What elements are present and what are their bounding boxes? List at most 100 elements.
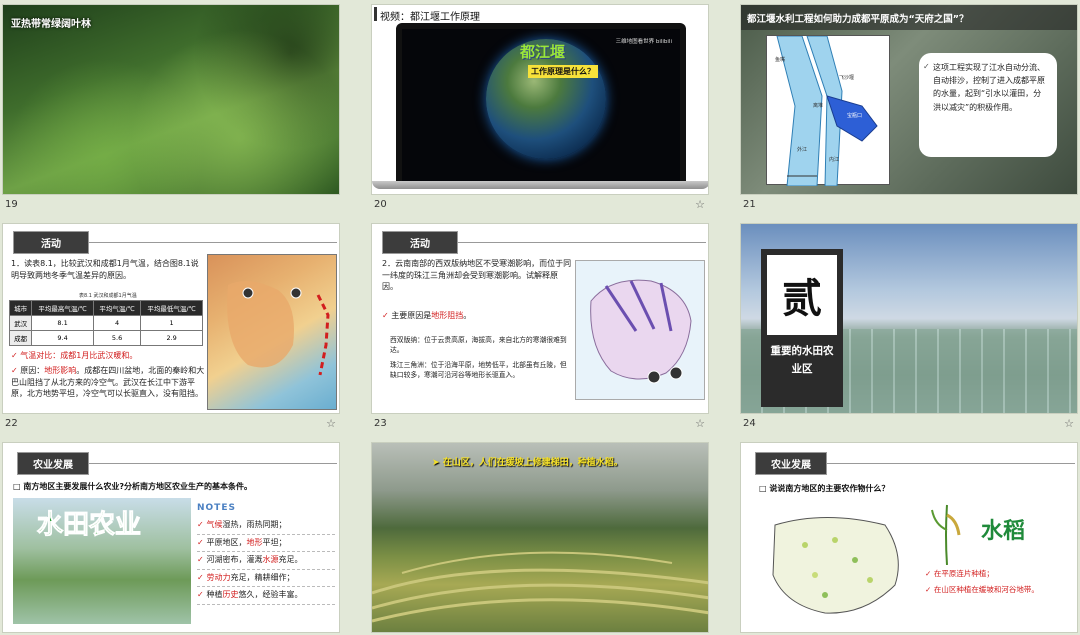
china-map-icon (590, 279, 692, 384)
answer-prefix: 主要原因是 (391, 311, 432, 320)
checkbox-icon: □ (759, 484, 770, 493)
slide-thumb-25[interactable]: 农业发展 □ 南方地区主要发展什么农业?分析南方地区农业生产的基本条件。 水田农… (2, 442, 340, 633)
laptop-base (372, 181, 708, 189)
temperature-table: 城市 平均最高气温/℃ 平均气温/℃ 平均最低气温/℃ 武汉 8.1 4 1 成… (8, 300, 203, 346)
note-rest: 湿热，雨热同期； (222, 520, 287, 529)
map-label: 飞沙堰 (839, 75, 855, 81)
check-icon: ✓ (11, 351, 18, 360)
caption-text: 在山区，人们在缓坡上修建梯田，种植水稻。 (442, 458, 623, 468)
answer-text: 在平原连片种植； (933, 569, 994, 578)
slide-24[interactable]: 贰 重要的水田农业区 (740, 223, 1078, 414)
south-china-map-icon (772, 517, 899, 614)
check-icon: ✓ (197, 590, 207, 600)
video-frame[interactable]: 都江堰 工作原理是什么？ 三维地图看世界 bilibili (402, 29, 680, 185)
map-label: 外江 (797, 147, 808, 153)
answer-prefix: 气温对比： (20, 351, 61, 360)
note-item: ✓ 河湖密布，灌溉水源充足。 (197, 552, 335, 570)
slide-title: 都江堰水利工程如何助力成都平原成为“天府之国”？ (747, 14, 969, 25)
agri-tag: 农业发展 (17, 452, 89, 475)
answer-main: ✓ 主要原因是地形阻挡。 (382, 310, 572, 322)
china-terrain-map (207, 254, 337, 410)
note-item: ✓ 平原地区，地形平坦； (197, 535, 335, 553)
table-header: 平均最高气温/℃ (31, 300, 94, 316)
slide-thumb-26[interactable]: ➤ 在山区，人们在缓坡上修建梯田，种植水稻。 (371, 442, 709, 633)
answer-text: 在山区种植在缓坡和河谷地带。 (933, 585, 1039, 594)
terrain-map-icon (227, 281, 330, 376)
star-icon[interactable]: ☆ (695, 198, 705, 211)
detail-2: 珠江三角洲：位于沿海平原，地势低平，北部虽有丘陵，但缺口较多，寒潮可沿河谷等地形… (390, 361, 567, 380)
slide-thumb-19[interactable]: 亚热带常绿阔叶林 19 (2, 4, 340, 216)
crop-name: 水稻 (981, 519, 1026, 544)
divider (89, 242, 337, 243)
rice-plant-icon (927, 495, 967, 566)
note-pre: 平原地区， (206, 537, 247, 547)
slide-26[interactable]: ➤ 在山区，人们在缓坡上修建梯田，种植水稻。 (371, 442, 709, 633)
note-rest: 充足，精耕细作； (230, 572, 295, 582)
activity-tag: 活动 (13, 231, 89, 254)
caption: ➤ 在山区，人们在缓坡上修建梯田，种植水稻。 (432, 455, 623, 468)
slide-20[interactable]: 视频：都江堰工作原理 都江堰 工作原理是什么？ 三维地图看世界 bilibili (371, 4, 709, 195)
slide-number: 21 (743, 199, 756, 210)
answer-1: ✓ 在平原连片种植； (925, 569, 1075, 580)
activity-tag: 活动 (382, 231, 458, 254)
note-rest: 充足。 (278, 555, 303, 565)
slide-number: 20 (374, 199, 387, 210)
slide-19[interactable]: 亚热带常绿阔叶林 (2, 4, 340, 195)
table-header: 平均最低气温/℃ (140, 300, 203, 316)
callout-box: ✓ 这项工程实现了江水自动分流、自动排沙，控制了进入成都平原的水量，起到“引水以… (919, 53, 1057, 157)
answer-prefix: 原因： (20, 366, 45, 375)
video-subtitle: 工作原理是什么？ (528, 65, 598, 78)
note-key: 气候 (206, 520, 223, 529)
slide-22[interactable]: 活动 1．读表8.1，比较武汉和成都1月气温，结合图8.1说明导致两地冬季气温差… (2, 223, 340, 414)
check-icon: ✓ (925, 569, 934, 578)
note-item: ✓ 种植历史悠久，经验丰富。 (197, 587, 335, 605)
divider (458, 242, 706, 243)
river-map-icon (776, 35, 878, 187)
big-title: 水田农业 (36, 510, 142, 541)
answer-1: ✓ 气温对比：成都1月比武汉暖和。 (11, 350, 205, 362)
check-icon: ✓ (11, 366, 18, 375)
table-caption: 表8.1 武汉和成都1月气温 (79, 293, 137, 299)
slide-25[interactable]: 农业发展 □ 南方地区主要发展什么农业?分析南方地区农业生产的基本条件。 水田农… (2, 442, 340, 633)
question-text: 2．云南南部的西双版纳地区不受寒潮影响，而位于同一纬度的珠江三角洲却会受到寒潮影… (382, 259, 572, 292)
star-icon[interactable]: ☆ (695, 417, 705, 430)
star-icon[interactable]: ☆ (326, 417, 336, 430)
answer-text: 成都1月比武汉暖和。 (60, 351, 138, 360)
big-char: 贰 (767, 255, 837, 335)
slide-thumb-20[interactable]: 视频：都江堰工作原理 都江堰 工作原理是什么？ 三维地图看世界 bilibili… (371, 4, 709, 216)
cold-wave-map (575, 260, 705, 400)
note-item: ✓ 劳动力充足，精耕细作； (197, 570, 335, 588)
map-label: 离堆 (813, 103, 824, 109)
slide-thumb-24[interactable]: 贰 重要的水田农业区 24 ☆ (740, 223, 1078, 435)
slide-number: 23 (374, 418, 387, 429)
checkbox-icon: □ (13, 482, 24, 491)
slide-number: 22 (5, 418, 18, 429)
slide-21[interactable]: 都江堰水利工程如何助力成都平原成为“天府之国”？ 鱼嘴 飞沙堰 宝瓶口 内江 外… (740, 4, 1078, 195)
divider (89, 463, 337, 464)
paddy-field-photo: 水田农业 (13, 498, 191, 624)
question-text: □ 南方地区主要发展什么农业?分析南方地区农业生产的基本条件。 (13, 481, 252, 492)
slide-thumb-21[interactable]: 都江堰水利工程如何助力成都平原成为“天府之国”？ 鱼嘴 飞沙堰 宝瓶口 内江 外… (740, 4, 1078, 216)
question-label: 南方地区主要发展什么农业?分析南方地区农业生产的基本条件。 (23, 482, 252, 491)
question-label: 说说南方地区的主要农作物什么？ (769, 484, 890, 493)
question-text: 1．读表8.1，比较武汉和成都1月气温，结合图8.1说明导致两地冬季气温差异的原… (11, 259, 199, 280)
slide-23[interactable]: 活动 2．云南南部的西双版纳地区不受寒潮影响，而位于同一纬度的珠江三角洲却会受到… (371, 223, 709, 414)
question-text: □ 说说南方地区的主要农作物什么？ (759, 483, 889, 494)
answer-2: ✓ 在山区种植在缓坡和河谷地带。 (925, 585, 1075, 596)
slide-thumb-22[interactable]: 活动 1．读表8.1，比较武汉和成都1月气温，结合图8.1说明导致两地冬季气温差… (2, 223, 340, 435)
slide-title: 亚热带常绿阔叶林 (11, 19, 91, 30)
laptop-screen: 都江堰 工作原理是什么？ 三维地图看世界 bilibili (396, 23, 686, 185)
arrow-icon: ➤ (432, 458, 443, 468)
dujiangyan-map: 鱼嘴 飞沙堰 宝瓶口 内江 外江 离堆 (766, 35, 890, 187)
callout-text: 这项工程实现了江水自动分流、自动排沙，控制了进入成都平原的水量，起到“引水以灌田… (933, 63, 1045, 112)
slide-thumb-27[interactable]: 农业发展 □ 说说南方地区的主要农作物什么？ 水稻 ✓ 在平原连片种植； ✓ 在… (740, 442, 1078, 633)
table-cell: 武汉 (8, 315, 33, 331)
map-label: 内江 (829, 157, 840, 163)
slide-27[interactable]: 农业发展 □ 说说南方地区的主要农作物什么？ 水稻 ✓ 在平原连片种植； ✓ 在… (740, 442, 1078, 633)
table-row: 武汉 8.1 4 1 (8, 315, 203, 331)
watermark: 三维地图看世界 bilibili (615, 39, 672, 45)
check-icon: ✓ (925, 585, 934, 594)
star-icon[interactable]: ☆ (1064, 417, 1074, 430)
slide-thumb-23[interactable]: 活动 2．云南南部的西双版纳地区不受寒潮影响，而位于同一纬度的珠江三角洲却会受到… (371, 223, 709, 435)
answer-suffix: 。 (463, 311, 472, 320)
